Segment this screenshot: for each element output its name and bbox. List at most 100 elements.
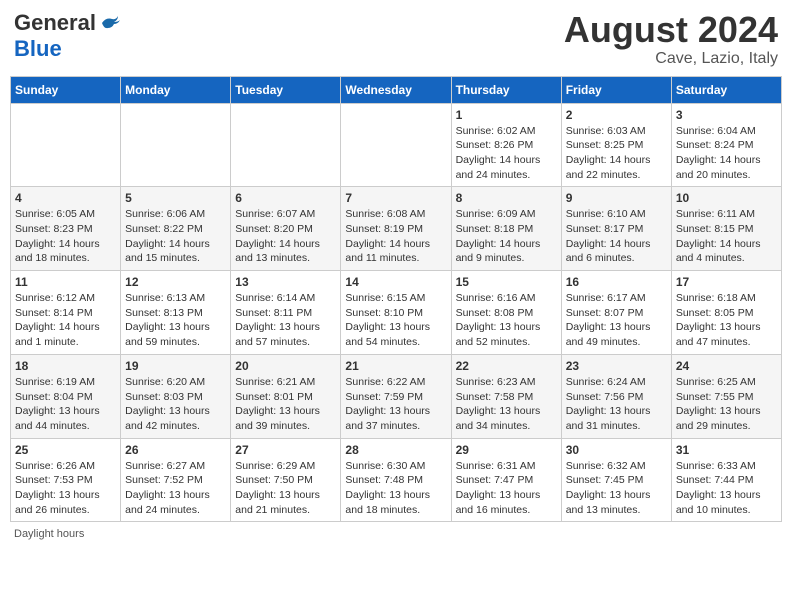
calendar-table: SundayMondayTuesdayWednesdayThursdayFrid…: [10, 76, 782, 523]
location: Cave, Lazio, Italy: [564, 50, 778, 68]
title-block: August 2024 Cave, Lazio, Italy: [564, 10, 778, 68]
day-number: 27: [235, 443, 336, 457]
day-info: Sunrise: 6:17 AM Sunset: 8:07 PM Dayligh…: [566, 291, 667, 350]
calendar-cell: 28 Sunrise: 6:30 AM Sunset: 7:48 PM Dayli…: [341, 438, 451, 522]
calendar-week-row: 11 Sunrise: 6:12 AM Sunset: 8:14 PM Dayli…: [11, 271, 782, 355]
day-number: 8: [456, 191, 557, 205]
day-info: Sunrise: 6:16 AM Sunset: 8:08 PM Dayligh…: [456, 291, 557, 350]
day-number: 6: [235, 191, 336, 205]
day-number: 3: [676, 108, 777, 122]
calendar-cell: 9 Sunrise: 6:10 AM Sunset: 8:17 PM Daylig…: [561, 187, 671, 271]
page-header: General Blue August 2024 Cave, Lazio, It…: [10, 10, 782, 68]
day-info: Sunrise: 6:03 AM Sunset: 8:25 PM Dayligh…: [566, 124, 667, 183]
day-info: Sunrise: 6:23 AM Sunset: 7:58 PM Dayligh…: [456, 375, 557, 434]
day-number: 14: [345, 275, 446, 289]
day-number: 1: [456, 108, 557, 122]
day-info: Sunrise: 6:30 AM Sunset: 7:48 PM Dayligh…: [345, 459, 446, 518]
calendar-cell: 6 Sunrise: 6:07 AM Sunset: 8:20 PM Daylig…: [231, 187, 341, 271]
calendar-cell: 30 Sunrise: 6:32 AM Sunset: 7:45 PM Dayli…: [561, 438, 671, 522]
day-of-week-header: Tuesday: [231, 76, 341, 103]
calendar-cell: 8 Sunrise: 6:09 AM Sunset: 8:18 PM Daylig…: [451, 187, 561, 271]
day-info: Sunrise: 6:21 AM Sunset: 8:01 PM Dayligh…: [235, 375, 336, 434]
logo-blue: Blue: [14, 36, 62, 62]
day-info: Sunrise: 6:10 AM Sunset: 8:17 PM Dayligh…: [566, 207, 667, 266]
day-info: Sunrise: 6:31 AM Sunset: 7:47 PM Dayligh…: [456, 459, 557, 518]
calendar-cell: 10 Sunrise: 6:11 AM Sunset: 8:15 PM Dayli…: [671, 187, 781, 271]
day-number: 28: [345, 443, 446, 457]
calendar-cell: 2 Sunrise: 6:03 AM Sunset: 8:25 PM Daylig…: [561, 103, 671, 187]
day-number: 17: [676, 275, 777, 289]
footer: Daylight hours: [10, 528, 782, 540]
day-number: 19: [125, 359, 226, 373]
day-number: 26: [125, 443, 226, 457]
calendar-cell: 15 Sunrise: 6:16 AM Sunset: 8:08 PM Dayli…: [451, 271, 561, 355]
calendar-cell: 20 Sunrise: 6:21 AM Sunset: 8:01 PM Dayli…: [231, 354, 341, 438]
day-info: Sunrise: 6:26 AM Sunset: 7:53 PM Dayligh…: [15, 459, 116, 518]
day-number: 2: [566, 108, 667, 122]
calendar-week-row: 25Sunrise: 6:26 AM Sunset: 7:53 PM Dayli…: [11, 438, 782, 522]
day-info: Sunrise: 6:18 AM Sunset: 8:05 PM Dayligh…: [676, 291, 777, 350]
day-info: Sunrise: 6:14 AM Sunset: 8:11 PM Dayligh…: [235, 291, 336, 350]
day-info: Sunrise: 6:02 AM Sunset: 8:26 PM Dayligh…: [456, 124, 557, 183]
day-info: Sunrise: 6:08 AM Sunset: 8:19 PM Dayligh…: [345, 207, 446, 266]
day-number: 5: [125, 191, 226, 205]
day-number: 10: [676, 191, 777, 205]
day-info: Sunrise: 6:13 AM Sunset: 8:13 PM Dayligh…: [125, 291, 226, 350]
calendar-cell: [121, 103, 231, 187]
day-number: 12: [125, 275, 226, 289]
day-number: 15: [456, 275, 557, 289]
day-info: Sunrise: 6:06 AM Sunset: 8:22 PM Dayligh…: [125, 207, 226, 266]
day-info: Sunrise: 6:22 AM Sunset: 7:59 PM Dayligh…: [345, 375, 446, 434]
day-info: Sunrise: 6:09 AM Sunset: 8:18 PM Dayligh…: [456, 207, 557, 266]
calendar-cell: 31Sunrise: 6:33 AM Sunset: 7:44 PM Dayli…: [671, 438, 781, 522]
calendar-cell: 11 Sunrise: 6:12 AM Sunset: 8:14 PM Dayli…: [11, 271, 121, 355]
calendar-cell: 19 Sunrise: 6:20 AM Sunset: 8:03 PM Dayli…: [121, 354, 231, 438]
day-of-week-header: Saturday: [671, 76, 781, 103]
day-number: 7: [345, 191, 446, 205]
day-number: 18: [15, 359, 116, 373]
day-info: Sunrise: 6:12 AM Sunset: 8:14 PM Dayligh…: [15, 291, 116, 350]
logo-general: General: [14, 10, 96, 36]
calendar-cell: 26Sunrise: 6:27 AM Sunset: 7:52 PM Dayli…: [121, 438, 231, 522]
calendar-cell: 13 Sunrise: 6:14 AM Sunset: 8:11 PM Dayli…: [231, 271, 341, 355]
calendar-cell: [231, 103, 341, 187]
logo: General Blue: [14, 10, 120, 62]
calendar-cell: 25Sunrise: 6:26 AM Sunset: 7:53 PM Dayli…: [11, 438, 121, 522]
day-number: 23: [566, 359, 667, 373]
day-info: Sunrise: 6:15 AM Sunset: 8:10 PM Dayligh…: [345, 291, 446, 350]
calendar-cell: 18 Sunrise: 6:19 AM Sunset: 8:04 PM Dayli…: [11, 354, 121, 438]
calendar-cell: 12 Sunrise: 6:13 AM Sunset: 8:13 PM Dayli…: [121, 271, 231, 355]
day-of-week-header: Wednesday: [341, 76, 451, 103]
day-info: Sunrise: 6:20 AM Sunset: 8:03 PM Dayligh…: [125, 375, 226, 434]
logo-bird-icon: [98, 14, 120, 32]
day-number: 22: [456, 359, 557, 373]
calendar-cell: 21Sunrise: 6:22 AM Sunset: 7:59 PM Dayli…: [341, 354, 451, 438]
calendar-week-row: 1 Sunrise: 6:02 AM Sunset: 8:26 PM Daylig…: [11, 103, 782, 187]
calendar-cell: 3Sunrise: 6:04 AM Sunset: 8:24 PM Daylig…: [671, 103, 781, 187]
day-info: Sunrise: 6:19 AM Sunset: 8:04 PM Dayligh…: [15, 375, 116, 434]
day-number: 13: [235, 275, 336, 289]
calendar-header-row: SundayMondayTuesdayWednesdayThursdayFrid…: [11, 76, 782, 103]
calendar-cell: 4Sunrise: 6:05 AM Sunset: 8:23 PM Daylig…: [11, 187, 121, 271]
day-info: Sunrise: 6:11 AM Sunset: 8:15 PM Dayligh…: [676, 207, 777, 266]
day-number: 11: [15, 275, 116, 289]
calendar-cell: [11, 103, 121, 187]
day-number: 24: [676, 359, 777, 373]
day-info: Sunrise: 6:32 AM Sunset: 7:45 PM Dayligh…: [566, 459, 667, 518]
day-info: Sunrise: 6:29 AM Sunset: 7:50 PM Dayligh…: [235, 459, 336, 518]
day-of-week-header: Monday: [121, 76, 231, 103]
day-of-week-header: Friday: [561, 76, 671, 103]
calendar-week-row: 4Sunrise: 6:05 AM Sunset: 8:23 PM Daylig…: [11, 187, 782, 271]
calendar-cell: 23Sunrise: 6:24 AM Sunset: 7:56 PM Dayli…: [561, 354, 671, 438]
day-number: 31: [676, 443, 777, 457]
day-number: 20: [235, 359, 336, 373]
day-number: 9: [566, 191, 667, 205]
calendar-cell: [341, 103, 451, 187]
calendar-cell: 29 Sunrise: 6:31 AM Sunset: 7:47 PM Dayli…: [451, 438, 561, 522]
calendar-cell: 17 Sunrise: 6:18 AM Sunset: 8:05 PM Dayli…: [671, 271, 781, 355]
day-number: 29: [456, 443, 557, 457]
calendar-cell: 22 Sunrise: 6:23 AM Sunset: 7:58 PM Dayli…: [451, 354, 561, 438]
day-number: 30: [566, 443, 667, 457]
calendar-cell: 27 Sunrise: 6:29 AM Sunset: 7:50 PM Dayli…: [231, 438, 341, 522]
day-info: Sunrise: 6:07 AM Sunset: 8:20 PM Dayligh…: [235, 207, 336, 266]
